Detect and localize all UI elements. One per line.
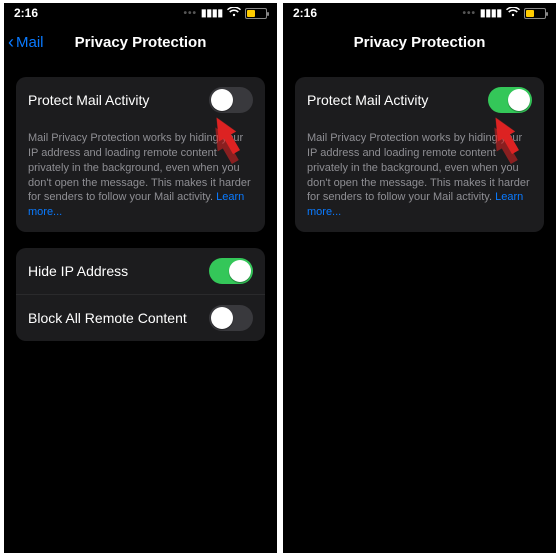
nav-bar: ‹Mail Privacy Protection	[283, 23, 556, 61]
status-time: 2:16	[14, 6, 38, 20]
battery-icon	[245, 8, 267, 19]
group-options: Hide IP Address Block All Remote Content	[16, 248, 265, 341]
screenshot-left: 2:16 ••• ▮▮▮▮ ‹ Mail Privacy Protection …	[4, 3, 277, 553]
page-title: Privacy Protection	[283, 34, 556, 51]
group-protect: Protect Mail Activity Mail Privacy Prote…	[16, 77, 265, 232]
row-block-remote[interactable]: Block All Remote Content	[16, 294, 265, 341]
row-label: Protect Mail Activity	[28, 92, 149, 108]
row-label: Block All Remote Content	[28, 310, 187, 326]
screenshot-right: 2:16 ••• ▮▮▮▮ ‹Mail Privacy Protection P…	[283, 3, 556, 553]
protect-mail-activity-toggle[interactable]	[488, 87, 532, 113]
wifi-icon	[227, 7, 241, 20]
status-time: 2:16	[293, 6, 317, 20]
page-title: Privacy Protection	[4, 34, 277, 51]
back-button[interactable]: ‹ Mail	[4, 33, 44, 51]
status-icons: ••• ▮▮▮▮	[462, 7, 546, 20]
recording-dots-icon: •••	[183, 8, 197, 19]
row-hide-ip[interactable]: Hide IP Address	[16, 248, 265, 294]
status-bar: 2:16 ••• ▮▮▮▮	[4, 3, 277, 23]
hide-ip-toggle[interactable]	[209, 258, 253, 284]
block-remote-toggle[interactable]	[209, 305, 253, 331]
cell-signal-icon: ▮▮▮▮	[201, 8, 223, 19]
wifi-icon	[506, 7, 520, 20]
back-label: Mail	[16, 34, 44, 51]
battery-icon	[524, 8, 546, 19]
protect-mail-activity-toggle[interactable]	[209, 87, 253, 113]
status-bar: 2:16 ••• ▮▮▮▮	[283, 3, 556, 23]
status-icons: ••• ▮▮▮▮	[183, 7, 267, 20]
nav-bar: ‹ Mail Privacy Protection	[4, 23, 277, 61]
chevron-left-icon: ‹	[8, 33, 14, 51]
row-label: Hide IP Address	[28, 263, 128, 279]
group-protect: Protect Mail Activity Mail Privacy Prote…	[295, 77, 544, 232]
cell-signal-icon: ▮▮▮▮	[480, 8, 502, 19]
recording-dots-icon: •••	[462, 8, 476, 19]
row-label: Protect Mail Activity	[307, 92, 428, 108]
